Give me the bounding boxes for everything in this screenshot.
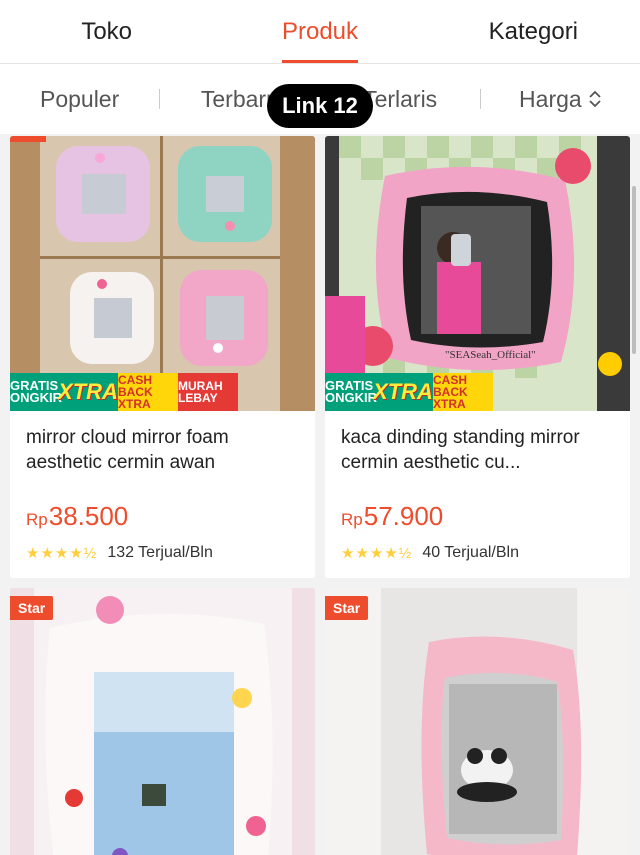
- sort-populer-label: Populer: [39, 85, 120, 112]
- corner-tag: [10, 136, 46, 142]
- promo-badges: GRATIS ONGKIR XTRA CASH BACK XTRA: [325, 373, 630, 411]
- top-tab-bar: Toko Produk Kategori: [0, 0, 640, 64]
- product-meta: ★★★★½ 132 Terjual/Bln: [26, 544, 299, 562]
- currency: Rp: [341, 510, 363, 529]
- price-value: 57.900: [363, 501, 444, 531]
- product-image[interactable]: "SEASeah_Official" GRATIS ONGKIR XTRA CAS…: [325, 136, 630, 411]
- sort-terlaris-label: Terlaris: [363, 85, 438, 112]
- currency: Rp: [26, 510, 48, 529]
- gratis-label: GRATIS ONGKIR: [10, 378, 63, 405]
- sort-populer[interactable]: Populer: [0, 86, 159, 113]
- photo-caption: "SEASeah_Official": [445, 349, 536, 361]
- product-card[interactable]: GRATIS ONGKIR XTRA CASH BACK XTRA MURAH L…: [10, 136, 315, 578]
- xtra-label: XTRA: [373, 379, 433, 404]
- sort-toggle-icon: [589, 90, 601, 108]
- product-card[interactable]: "SEASeah_Official" GRATIS ONGKIR XTRA CAS…: [325, 136, 630, 578]
- rating-stars-icon: ★★★★½: [26, 545, 98, 562]
- gratis-ongkir-badge: GRATIS ONGKIR XTRA: [325, 373, 433, 411]
- product-title[interactable]: kaca dinding standing mirror cermin aest…: [341, 425, 614, 477]
- tab-toko[interactable]: Toko: [0, 0, 213, 63]
- promo-badges: GRATIS ONGKIR XTRA CASH BACK XTRA MURAH L…: [10, 373, 315, 411]
- product-image[interactable]: GRATIS ONGKIR XTRA CASH BACK XTRA MURAH L…: [10, 136, 315, 411]
- sort-harga-label: Harga: [519, 85, 582, 112]
- murah-lebay-badge: MURAH LEBAY: [178, 373, 238, 411]
- sold-count: 40 Terjual/Bln: [422, 544, 519, 561]
- star-badge: Star: [10, 596, 54, 620]
- scrollbar[interactable]: [632, 186, 636, 354]
- product-price: Rp38.500: [26, 501, 299, 532]
- product-card[interactable]: Star: [10, 588, 315, 855]
- product-card[interactable]: Star: [325, 588, 630, 855]
- price-value: 38.500: [48, 501, 129, 531]
- cashback-badge: CASH BACK XTRA: [433, 373, 493, 411]
- product-image[interactable]: Star: [325, 588, 630, 855]
- link-overlay-label[interactable]: Link 12: [267, 84, 373, 128]
- cashback-badge: CASH BACK XTRA: [118, 373, 178, 411]
- gratis-label: GRATIS ONGKIR: [325, 378, 378, 405]
- rating-stars-icon: ★★★★½: [341, 545, 413, 562]
- product-image[interactable]: Star: [10, 588, 315, 855]
- xtra-label: XTRA: [58, 379, 118, 404]
- product-meta: ★★★★½ 40 Terjual/Bln: [341, 544, 614, 562]
- product-price: Rp57.900: [341, 501, 614, 532]
- product-title[interactable]: mirror cloud mirror foam aesthetic cermi…: [26, 425, 299, 477]
- tab-produk[interactable]: Produk: [213, 0, 426, 63]
- sort-harga[interactable]: Harga: [481, 86, 640, 113]
- sold-count: 132 Terjual/Bln: [107, 544, 213, 561]
- star-badge: Star: [325, 596, 369, 620]
- tab-kategori[interactable]: Kategori: [427, 0, 640, 63]
- gratis-ongkir-badge: GRATIS ONGKIR XTRA: [10, 373, 118, 411]
